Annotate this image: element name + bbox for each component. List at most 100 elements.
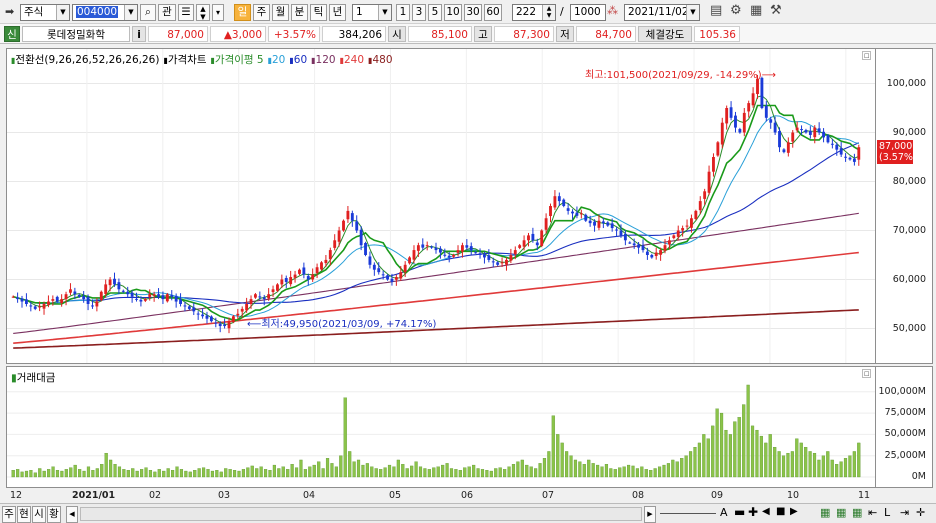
layout-icon[interactable]: ▦	[820, 506, 830, 519]
volume-bar	[104, 452, 108, 478]
volume-bar	[445, 463, 449, 478]
open-price: 85,100	[408, 26, 472, 42]
fullscreen-icon[interactable]: ✛	[916, 506, 925, 519]
move-left-icon[interactable]: ⇤	[868, 506, 877, 519]
stock-code-input[interactable]: 004000 ▼	[72, 4, 138, 21]
volume-bar	[839, 461, 843, 478]
x-tick-label: 11	[858, 490, 871, 501]
settings-icon[interactable]: ⁂	[607, 4, 618, 17]
spin-icon[interactable]: ▲ ▼	[542, 5, 555, 20]
legend-item-7[interactable]: ▮480	[368, 54, 392, 66]
info-button[interactable]: i	[132, 26, 146, 42]
volume-bar	[405, 468, 409, 478]
spin-icon[interactable]: ▲ ▼	[196, 4, 210, 21]
period-tab-1[interactable]: 주	[253, 4, 270, 21]
config-icon[interactable]: ▾	[212, 4, 224, 21]
multiplier-select[interactable]: 1 ▼	[352, 4, 392, 21]
total-input[interactable]: 1000	[570, 4, 606, 21]
panel-menu-icon[interactable]: ▫	[862, 369, 871, 379]
legend-item-3[interactable]: ▮20	[268, 54, 286, 66]
tools-icon[interactable]: ⚒	[770, 3, 782, 18]
price-chart[interactable]	[7, 49, 875, 363]
grid-icon[interactable]: ▦	[836, 506, 846, 519]
zoom-in-icon[interactable]: A	[720, 506, 728, 519]
plus-icon[interactable]: ✚	[748, 505, 758, 519]
volume-bar	[42, 470, 46, 478]
bottom-tab-3[interactable]: 황	[47, 506, 61, 523]
count-input[interactable]: 222 ▲ ▼	[512, 4, 556, 21]
candle	[720, 117, 724, 149]
volume-bar	[573, 459, 578, 478]
period-tab-2[interactable]: 월	[272, 4, 289, 21]
horizontal-scrollbar[interactable]	[80, 507, 642, 521]
bottom-tab-0[interactable]: 주	[2, 506, 16, 523]
legend-item-1[interactable]: ▮가격차트	[163, 54, 206, 66]
bottom-tab-1[interactable]: 현	[17, 506, 31, 523]
quick-button-5[interactable]: 5	[428, 4, 442, 21]
volume-bar	[317, 461, 321, 478]
ma-20-line	[13, 115, 859, 318]
move-right-icon[interactable]: ⇥	[900, 506, 909, 519]
gear-icon[interactable]: ⚙	[730, 3, 742, 18]
interest-button[interactable]: 관	[158, 4, 176, 21]
search-button[interactable]: ⌕	[140, 4, 156, 21]
next-icon[interactable]: ▶	[790, 506, 798, 517]
legend-item-5[interactable]: ▮120	[311, 54, 335, 66]
volume-bar	[365, 463, 369, 478]
quick-button-10[interactable]: 10	[444, 4, 462, 21]
period-tab-5[interactable]: 년	[329, 4, 346, 21]
stock-name[interactable]: 롯데정밀화학	[22, 26, 130, 42]
candle	[293, 270, 297, 283]
candle	[844, 153, 848, 162]
volume-y-tick-label: 25,000M	[884, 449, 926, 461]
legend-item-0[interactable]: ▮전환선(9,26,26,52,26,26,26)	[11, 54, 159, 66]
zoom-slider[interactable]	[660, 513, 716, 514]
chevron-down-icon[interactable]: ▼	[56, 5, 69, 20]
volume-bar	[622, 466, 626, 478]
high-price: 87,300	[494, 26, 554, 42]
save-icon[interactable]: ▤	[710, 3, 722, 18]
quick-button-30[interactable]: 30	[464, 4, 482, 21]
volume-bar	[587, 459, 591, 478]
volume-bar	[671, 459, 675, 478]
period-tab-4[interactable]: 틱	[310, 4, 327, 21]
candle	[694, 209, 698, 221]
scroll-right-button[interactable]: ▶	[644, 506, 656, 523]
volume-bar	[321, 468, 325, 478]
prev-icon[interactable]: ◀	[762, 506, 770, 517]
bottom-tab-2[interactable]: 시	[32, 506, 46, 523]
legend-item-4[interactable]: ▮60	[289, 54, 307, 66]
candle	[284, 275, 288, 289]
candle	[553, 190, 557, 210]
price-chart-panel[interactable]: ▮전환선(9,26,26,52,26,26,26) ▮가격차트 ▮가격이평 5 ▮20…	[6, 48, 876, 364]
volume-chart-panel[interactable]: ▮거래대금 ▫	[6, 366, 876, 488]
cursor-icon[interactable]: ᒪ	[884, 506, 890, 519]
volume-bar	[383, 467, 387, 478]
candle	[394, 274, 398, 286]
period-tab-3[interactable]: 분	[291, 4, 308, 21]
date-picker[interactable]: 2021/11/02 ▼	[624, 4, 700, 21]
chevron-down-icon[interactable]: ▼	[686, 5, 699, 20]
period-tab-0[interactable]: 일	[234, 4, 251, 21]
chevron-down-icon[interactable]: ▼	[124, 5, 137, 20]
candle	[685, 219, 689, 230]
link-icon[interactable]: ☰	[178, 4, 194, 21]
chevron-down-icon[interactable]: ▼	[378, 5, 391, 20]
panel-menu-icon[interactable]: ▫	[862, 51, 871, 61]
volume-chart[interactable]	[7, 367, 875, 487]
quick-button-1[interactable]: 1	[396, 4, 410, 21]
stop-icon[interactable]: ■	[776, 506, 785, 517]
legend-item-6[interactable]: ▮240	[340, 54, 364, 66]
volume-bar	[95, 468, 99, 478]
quick-button-3[interactable]: 3	[412, 4, 426, 21]
scroll-left-button[interactable]: ◀	[66, 506, 78, 523]
print-icon[interactable]: ▦	[750, 3, 762, 18]
quick-button-60[interactable]: 60	[484, 4, 502, 21]
market-select[interactable]: 주식 ▼	[20, 4, 70, 21]
high-label: 고	[474, 26, 492, 42]
volume-bar	[86, 466, 91, 478]
legend-item-2[interactable]: ▮가격이평 5	[211, 54, 264, 66]
table-icon[interactable]: ▦	[852, 506, 862, 519]
menu-arrow-icon[interactable]: ➡	[5, 5, 14, 18]
minus-icon[interactable]: ▬	[734, 505, 745, 519]
